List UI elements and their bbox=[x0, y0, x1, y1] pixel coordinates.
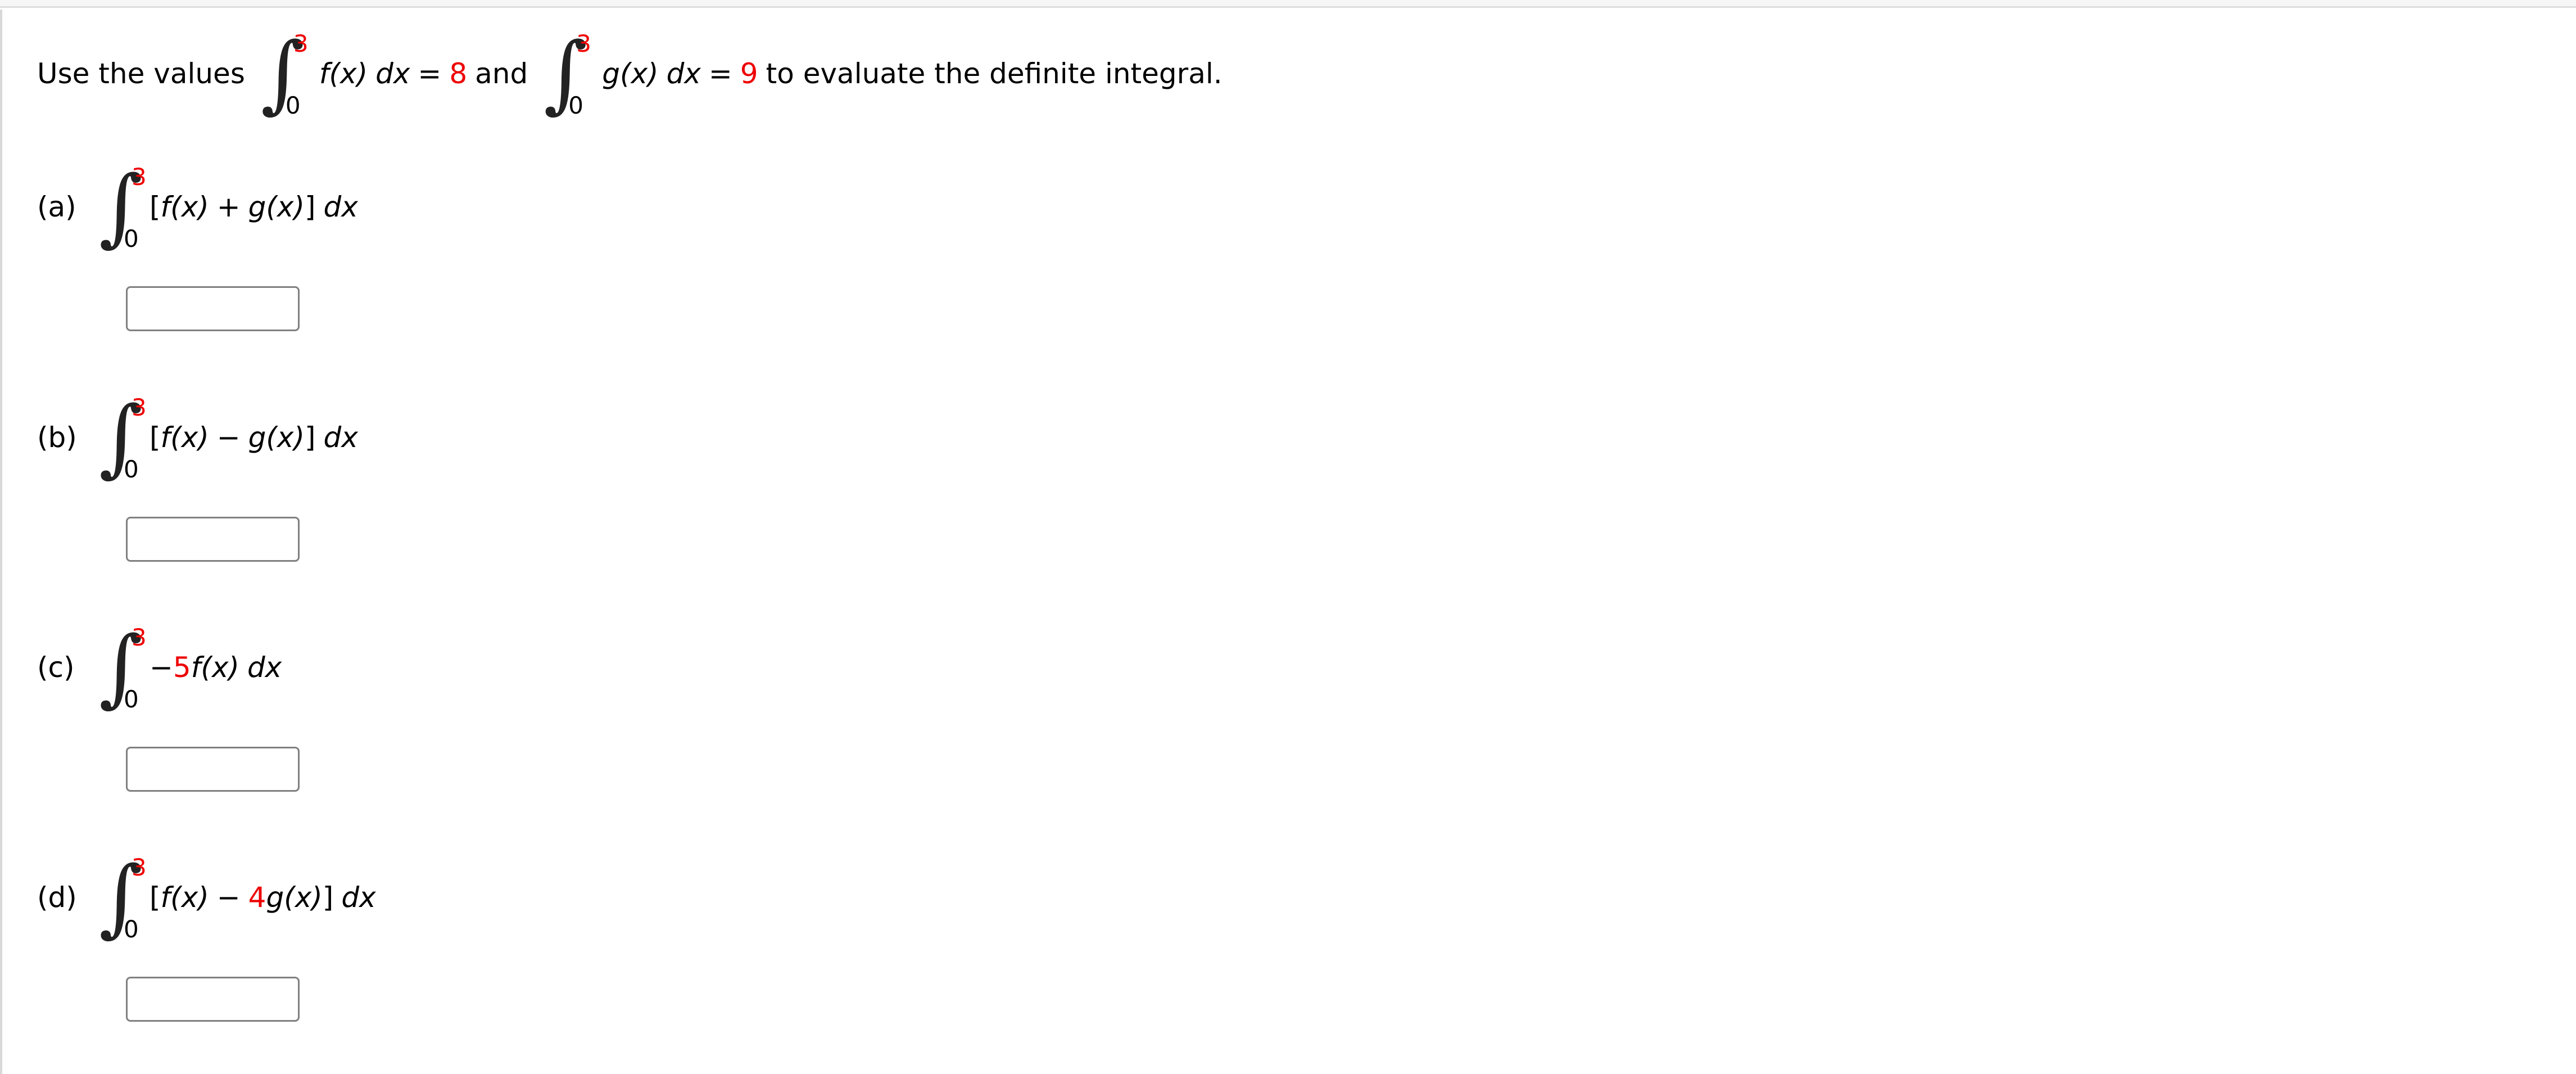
part-c-label: (c) bbox=[37, 651, 75, 684]
differential-dx-b: dx bbox=[323, 421, 358, 454]
integral-upper-limit: 3 bbox=[132, 163, 147, 191]
integral-upper-limit: 3 bbox=[132, 624, 147, 651]
part-b-expression: (b) ∫ 3 0 [ f(x) − g(x) ] dx bbox=[37, 395, 358, 481]
part-c-expression: (c) ∫ 3 0 − 5 f(x) dx bbox=[37, 625, 282, 711]
differential-dx-f: dx bbox=[375, 57, 410, 90]
equals-sign-2: = bbox=[708, 57, 732, 90]
operator-d: − bbox=[216, 881, 241, 914]
bracket-open-d: [ bbox=[150, 881, 161, 914]
browser-top-strip bbox=[0, 0, 2576, 8]
integral-upper-limit: 3 bbox=[576, 30, 591, 57]
differential-dx-g: dx bbox=[666, 57, 701, 90]
integral-lower-limit: 0 bbox=[124, 685, 139, 713]
differential-dx-a: dx bbox=[323, 191, 358, 223]
conjunction-and: and bbox=[475, 57, 528, 90]
bracket-close-a: ] bbox=[304, 191, 316, 223]
term-1-b: f(x) bbox=[160, 421, 209, 454]
integral-sign-g: ∫ 3 0 bbox=[544, 31, 592, 118]
value-f-integral: 8 bbox=[449, 57, 468, 90]
bracket-close-b: ] bbox=[304, 421, 316, 454]
part-a-label: (a) bbox=[37, 191, 76, 223]
part-a-expression: (a) ∫ 3 0 [ f(x) + g(x) ] dx bbox=[37, 165, 358, 251]
prompt-lead-text: Use the values bbox=[37, 57, 245, 90]
term-2-b: g(x) bbox=[248, 421, 305, 454]
coefficient-c: 5 bbox=[173, 651, 191, 684]
integral-upper-limit: 3 bbox=[293, 30, 309, 57]
bracket-open-a: [ bbox=[150, 191, 161, 223]
part-d-expression: (d) ∫ 3 0 [ f(x) − 4 g(x) ] dx bbox=[37, 855, 376, 941]
integral-lower-limit: 0 bbox=[285, 92, 301, 119]
integral-sign-c: ∫ 3 0 bbox=[99, 625, 147, 711]
answer-input-a[interactable] bbox=[126, 286, 300, 331]
coefficient-d: 4 bbox=[248, 881, 266, 914]
integral-lower-limit: 0 bbox=[568, 92, 583, 119]
operator-c: − bbox=[150, 651, 173, 684]
integral-upper-limit: 3 bbox=[132, 854, 147, 881]
part-d-label: (d) bbox=[37, 881, 77, 914]
integrand-g: g(x) bbox=[602, 57, 659, 90]
answer-input-d[interactable] bbox=[126, 977, 300, 1022]
bracket-open-b: [ bbox=[150, 421, 161, 454]
integral-sign-a: ∫ 3 0 bbox=[99, 165, 147, 251]
integral-sign-d: ∫ 3 0 bbox=[99, 855, 147, 941]
bracket-close-d: ] bbox=[322, 881, 334, 914]
term-1-a: f(x) bbox=[160, 191, 209, 223]
operator-b: − bbox=[216, 421, 241, 454]
answer-input-b[interactable] bbox=[126, 517, 300, 562]
prompt-tail-text: to evaluate the definite integral. bbox=[766, 57, 1223, 90]
term-2-d: g(x) bbox=[266, 881, 323, 914]
question-content-panel: Use the values ∫ 3 0 f(x) dx = 8 and ∫ 3… bbox=[0, 10, 2576, 1074]
equals-sign-1: = bbox=[418, 57, 442, 90]
integral-lower-limit: 0 bbox=[124, 915, 139, 943]
differential-dx-c: dx bbox=[247, 651, 282, 684]
term-2-c: f(x) bbox=[191, 651, 239, 684]
integral-upper-limit: 3 bbox=[132, 394, 147, 421]
value-g-integral: 9 bbox=[740, 57, 758, 90]
integral-sign-f: ∫ 3 0 bbox=[261, 31, 309, 118]
question-prompt: Use the values ∫ 3 0 f(x) dx = 8 and ∫ 3… bbox=[37, 31, 1223, 118]
term-1-d: f(x) bbox=[160, 881, 209, 914]
integral-lower-limit: 0 bbox=[124, 455, 139, 483]
integral-lower-limit: 0 bbox=[124, 225, 139, 252]
term-2-a: g(x) bbox=[248, 191, 305, 223]
differential-dx-d: dx bbox=[341, 881, 376, 914]
operator-a: + bbox=[216, 191, 241, 223]
part-b-label: (b) bbox=[37, 421, 77, 454]
answer-input-c[interactable] bbox=[126, 747, 300, 792]
integrand-f: f(x) bbox=[319, 57, 368, 90]
integral-sign-b: ∫ 3 0 bbox=[99, 395, 147, 481]
